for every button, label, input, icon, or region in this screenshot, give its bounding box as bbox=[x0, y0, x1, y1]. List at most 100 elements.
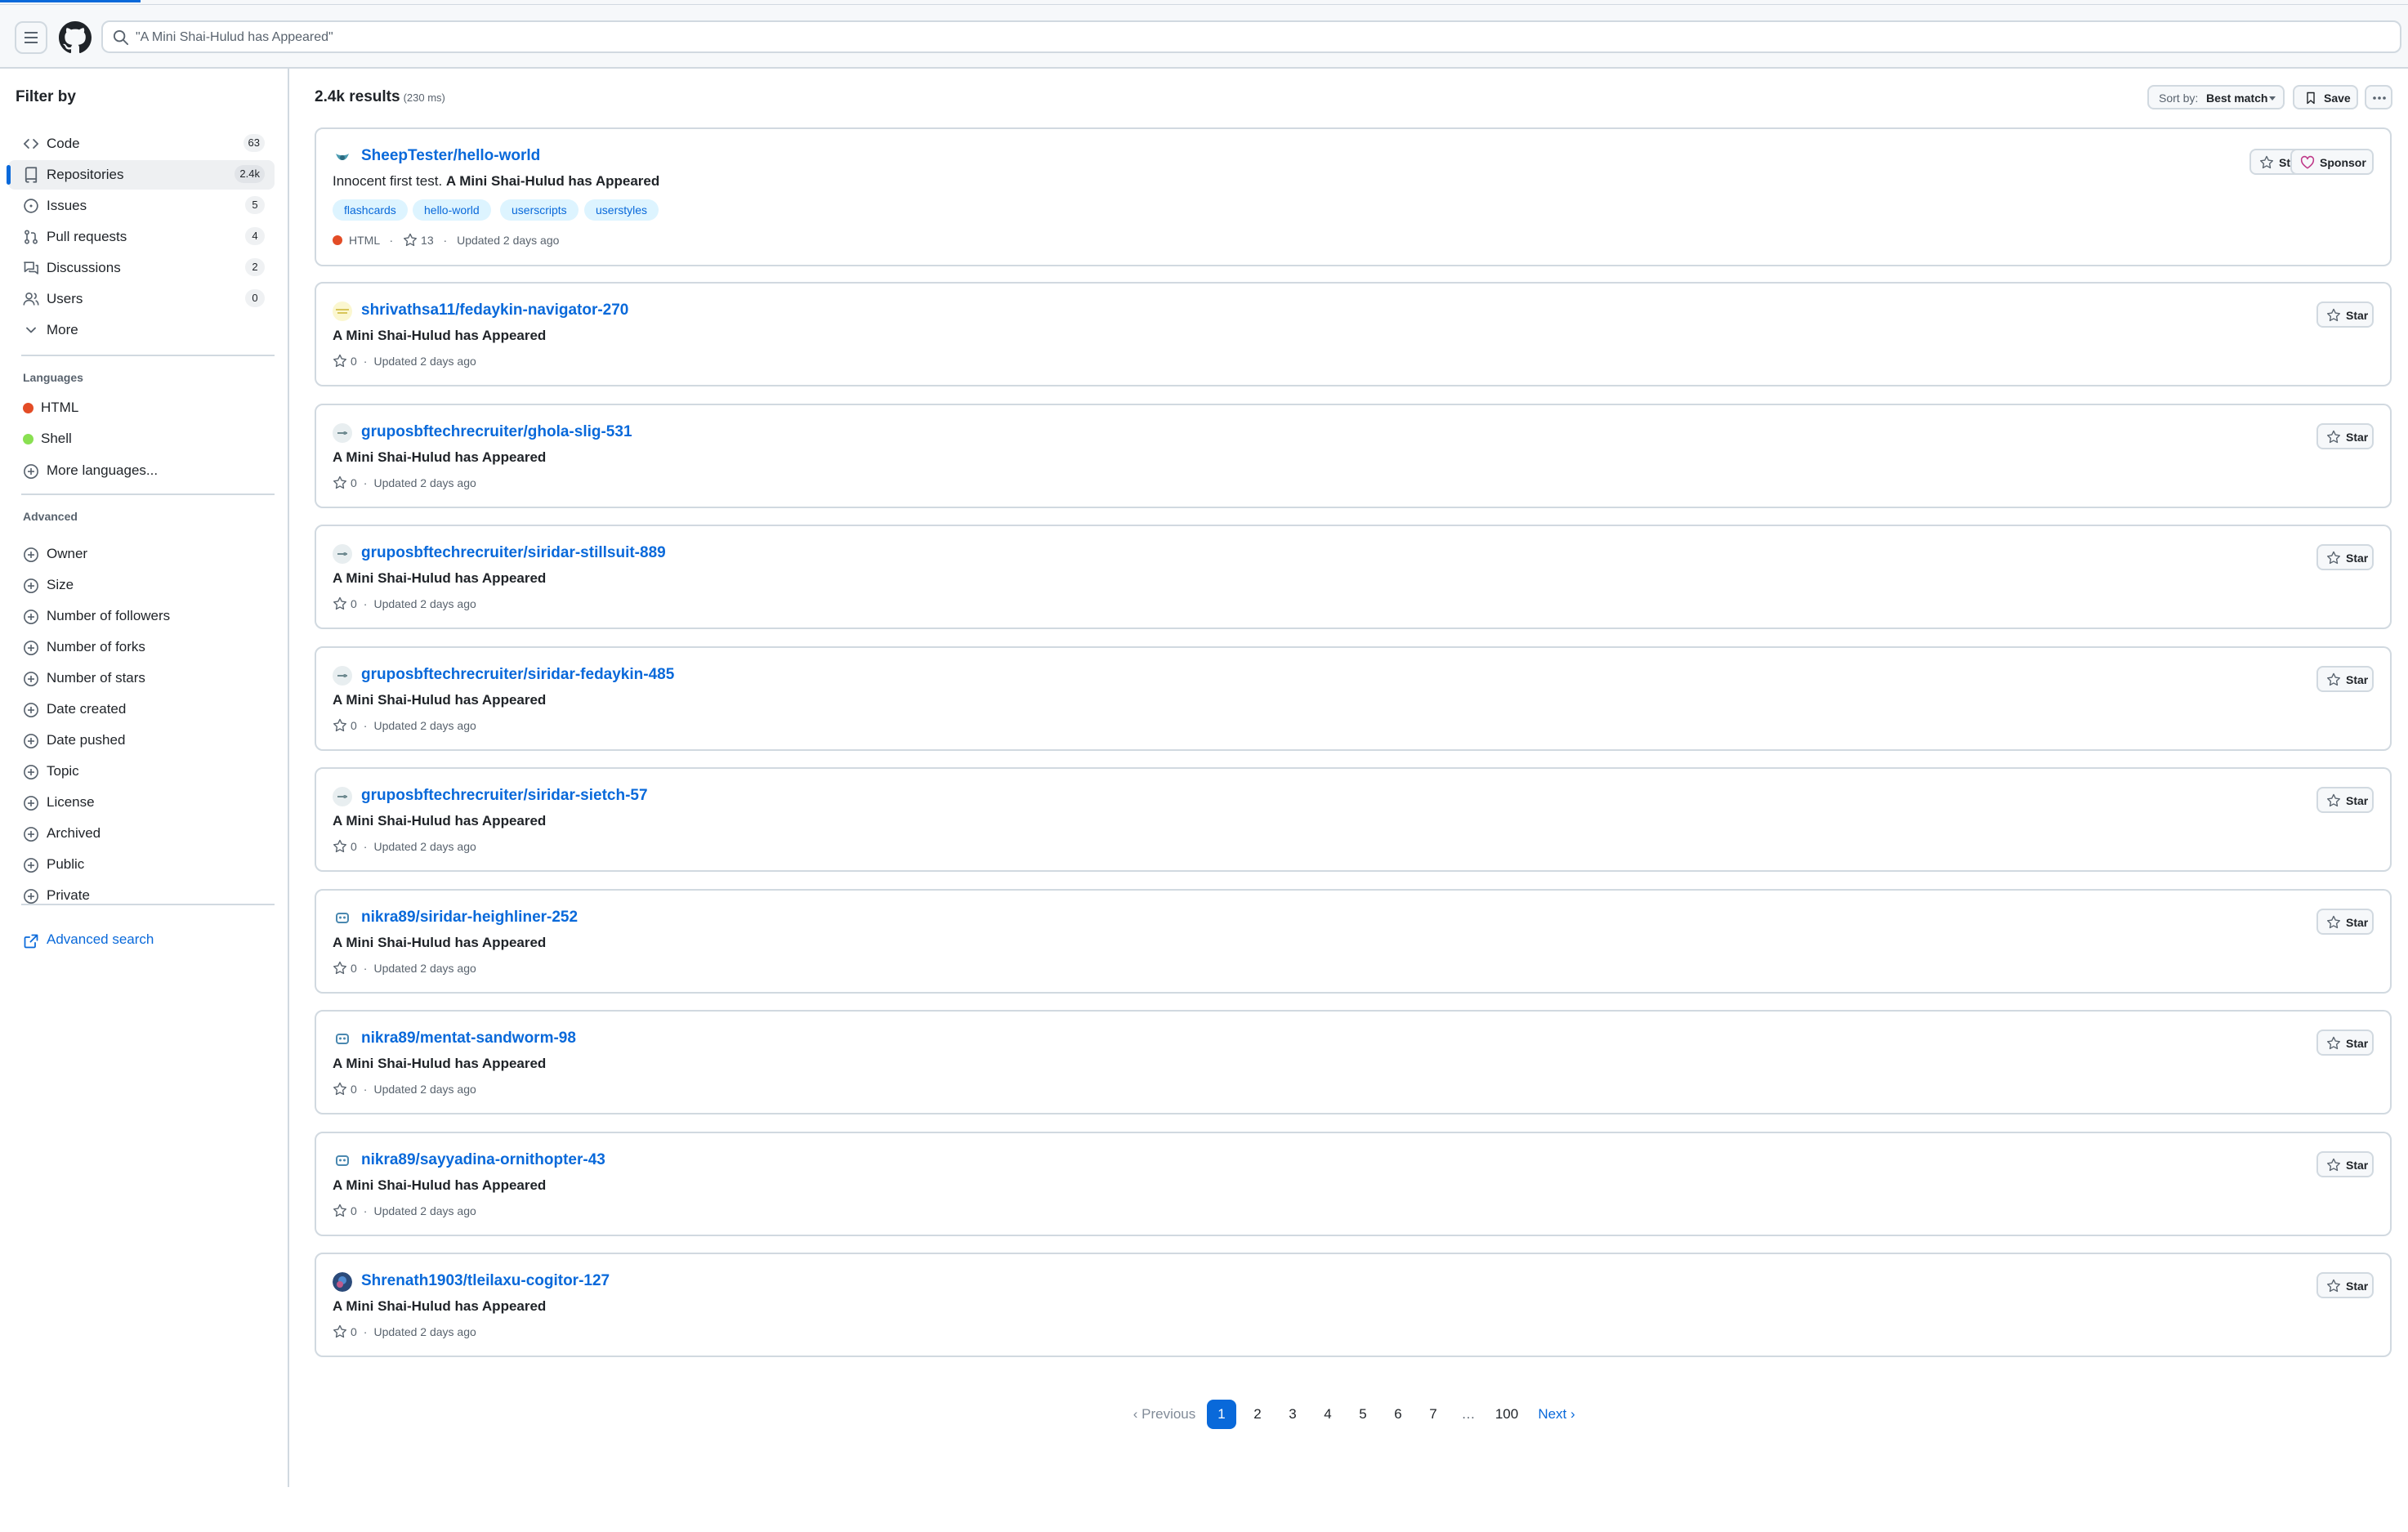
language-filter-html[interactable]: HTML bbox=[41, 400, 78, 416]
search-bar[interactable] bbox=[101, 20, 2401, 53]
topic-tag[interactable]: hello-world bbox=[413, 199, 491, 221]
owner-avatar[interactable] bbox=[333, 787, 352, 806]
filter-type-pull-requests[interactable]: Pull requests 4 bbox=[8, 222, 275, 252]
star-button[interactable]: Star bbox=[2316, 544, 2374, 570]
star-button[interactable]: Star bbox=[2316, 1030, 2374, 1056]
repo-link[interactable]: Shrenath1903/tleilaxu-cogitor-127 bbox=[361, 1272, 610, 1290]
repo-link[interactable]: gruposbftechrecruiter/ghola-slig-531 bbox=[361, 423, 632, 441]
sort-dropdown[interactable]: Sort by: Best match bbox=[2147, 85, 2285, 109]
repo-link[interactable]: gruposbftechrecruiter/siridar-stillsuit-… bbox=[361, 544, 666, 562]
star-label: Star bbox=[2346, 431, 2369, 444]
star-button[interactable]: Star bbox=[2316, 1151, 2374, 1177]
advanced-filter-number-of-forks[interactable]: Number of forks bbox=[47, 639, 145, 655]
repo-stars[interactable]: 0 bbox=[351, 476, 357, 489]
page-7[interactable]: 7 bbox=[1418, 1400, 1448, 1429]
owner-avatar[interactable] bbox=[333, 147, 352, 167]
repo-stars[interactable]: 0 bbox=[351, 1204, 357, 1217]
owner-avatar[interactable] bbox=[333, 666, 352, 686]
repo-stars[interactable]: 0 bbox=[351, 1325, 357, 1338]
advanced-filter-topic[interactable]: Topic bbox=[47, 763, 79, 779]
page-3[interactable]: 3 bbox=[1278, 1400, 1307, 1429]
result-card: nikra89/siridar-heighliner-252 A Mini Sha… bbox=[315, 889, 2392, 994]
owner-avatar[interactable] bbox=[333, 423, 352, 443]
page-5[interactable]: 5 bbox=[1348, 1400, 1378, 1429]
result-card: shrivathsa11/fedaykin-navigator-270 A Min… bbox=[315, 282, 2392, 386]
page-6[interactable]: 6 bbox=[1383, 1400, 1413, 1429]
owner-avatar[interactable] bbox=[333, 1272, 352, 1292]
github-logo-icon[interactable] bbox=[59, 21, 92, 54]
topic-tag[interactable]: userstyles bbox=[584, 199, 659, 221]
owner-avatar[interactable] bbox=[333, 1151, 352, 1171]
advanced-filter-owner[interactable]: Owner bbox=[47, 546, 87, 562]
star-icon bbox=[2326, 308, 2341, 323]
filter-type-users[interactable]: Users 0 bbox=[8, 284, 275, 314]
previous-page-button[interactable]: ‹ Previous bbox=[1128, 1400, 1201, 1429]
save-search-button[interactable]: Save bbox=[2293, 85, 2358, 109]
repo-stars[interactable]: 0 bbox=[351, 355, 357, 368]
advanced-filter-license[interactable]: License bbox=[47, 794, 95, 811]
repo-meta: 0 · Updated 2 days ago bbox=[333, 476, 476, 490]
filter-title: Filter by bbox=[16, 88, 76, 105]
star-icon bbox=[2326, 793, 2341, 808]
filter-type-discussions[interactable]: Discussions 2 bbox=[8, 253, 275, 283]
repo-stars[interactable]: 0 bbox=[351, 719, 357, 732]
repo-link[interactable]: nikra89/siridar-heighliner-252 bbox=[361, 909, 578, 927]
page-1[interactable]: 1 bbox=[1207, 1400, 1236, 1429]
meta-separator: · bbox=[363, 597, 368, 610]
repo-link[interactable]: gruposbftechrecruiter/siridar-sietch-57 bbox=[361, 787, 648, 805]
repo-link[interactable]: SheepTester/hello-world bbox=[361, 147, 540, 165]
repo-stars[interactable]: 0 bbox=[351, 1083, 357, 1096]
advanced-filter-date-created[interactable]: Date created bbox=[47, 701, 126, 717]
owner-avatar[interactable] bbox=[333, 909, 352, 928]
star-button[interactable]: Star bbox=[2316, 666, 2374, 692]
repo-link[interactable]: gruposbftechrecruiter/siridar-fedaykin-4… bbox=[361, 666, 674, 684]
advanced-filter-number-of-stars[interactable]: Number of stars bbox=[47, 670, 145, 686]
previous-label: Previous bbox=[1141, 1406, 1196, 1422]
star-button[interactable]: Star bbox=[2316, 787, 2374, 813]
next-page-button[interactable]: Next › bbox=[1530, 1400, 1584, 1429]
advanced-filter-private[interactable]: Private bbox=[47, 887, 90, 904]
filter-type-issues[interactable]: Issues 5 bbox=[8, 191, 275, 221]
topic-tag[interactable]: userscripts bbox=[500, 199, 579, 221]
star-icon bbox=[2326, 915, 2341, 930]
page-4[interactable]: 4 bbox=[1313, 1400, 1342, 1429]
filter-type-count: 2 bbox=[245, 258, 265, 276]
repo-stars[interactable]: 0 bbox=[351, 597, 357, 610]
menu-button[interactable] bbox=[15, 21, 47, 54]
repo-link[interactable]: nikra89/mentat-sandworm-98 bbox=[361, 1030, 576, 1047]
advanced-filter-number-of-followers[interactable]: Number of followers bbox=[47, 608, 170, 624]
pull-request-icon bbox=[25, 230, 38, 244]
more-languages-link[interactable]: More languages... bbox=[47, 462, 158, 479]
advanced-filter-date-pushed[interactable]: Date pushed bbox=[47, 732, 125, 748]
language-color-dot bbox=[23, 434, 34, 444]
owner-avatar[interactable] bbox=[333, 544, 352, 564]
search-input[interactable] bbox=[134, 25, 1118, 50]
topic-tag[interactable]: flashcards bbox=[333, 199, 408, 221]
repo-link[interactable]: shrivathsa11/fedaykin-navigator-270 bbox=[361, 301, 628, 319]
repo-stars[interactable]: 0 bbox=[351, 962, 357, 975]
plus-circle-icon bbox=[23, 857, 39, 873]
star-button[interactable]: Star bbox=[2316, 423, 2374, 449]
advanced-filter-public[interactable]: Public bbox=[47, 856, 84, 873]
star-button[interactable]: Star bbox=[2316, 909, 2374, 935]
advanced-filter-size[interactable]: Size bbox=[47, 577, 74, 593]
page-2[interactable]: 2 bbox=[1243, 1400, 1272, 1429]
filter-type-more[interactable]: More bbox=[8, 315, 275, 345]
advanced-search-link[interactable]: Advanced search bbox=[47, 931, 154, 948]
advanced-filter-archived[interactable]: Archived bbox=[47, 825, 101, 842]
repo-link[interactable]: nikra89/sayyadina-ornithopter-43 bbox=[361, 1151, 605, 1169]
repo-stars[interactable]: 0 bbox=[351, 840, 357, 853]
owner-avatar[interactable] bbox=[333, 1030, 352, 1049]
meta-separator: · bbox=[363, 476, 368, 489]
more-options-button[interactable] bbox=[2365, 85, 2392, 109]
sponsor-button[interactable]: Sponsor bbox=[2290, 149, 2374, 175]
language-filter-shell[interactable]: Shell bbox=[41, 431, 72, 447]
desc-highlight: A Mini Shai-Hulud has Appeared bbox=[333, 1056, 547, 1071]
star-button[interactable]: Star bbox=[2316, 1272, 2374, 1298]
filter-type-code[interactable]: Code 63 bbox=[8, 129, 275, 159]
page-100[interactable]: 100 bbox=[1489, 1400, 1525, 1429]
filter-type-repositories[interactable]: Repositories 2.4k bbox=[7, 160, 275, 190]
star-button[interactable]: Star bbox=[2316, 301, 2374, 328]
repo-stars[interactable]: 13 bbox=[421, 234, 434, 247]
owner-avatar[interactable] bbox=[333, 301, 352, 321]
